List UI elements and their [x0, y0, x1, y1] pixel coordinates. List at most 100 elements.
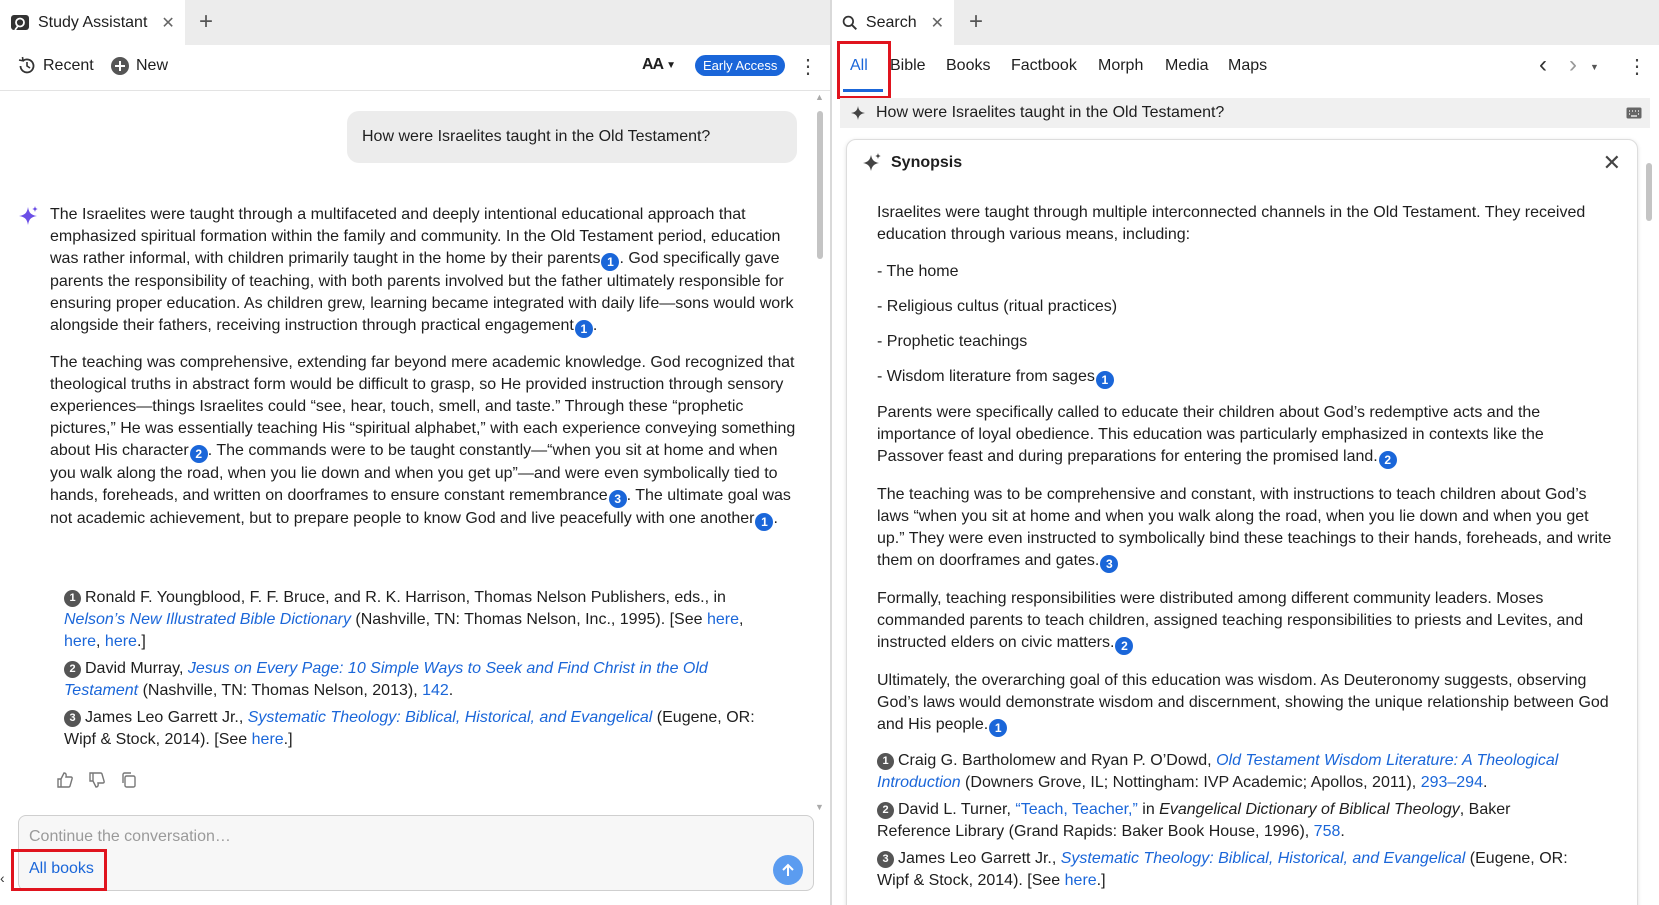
close-tab-icon[interactable]: ✕	[931, 13, 944, 33]
citation-marker[interactable]: 1	[1095, 371, 1114, 389]
thumbs-down-icon[interactable]	[88, 771, 106, 789]
forward-arrow-icon[interactable]: ›	[1569, 51, 1577, 79]
ref-text: (Nashville, TN: Thomas Nelson, 2013),	[138, 682, 423, 699]
answer-text: .	[592, 317, 598, 334]
early-access-badge[interactable]: Early Access	[695, 55, 786, 76]
arrow-up-icon	[782, 863, 794, 876]
reference-item: 3 James Leo Garrett Jr., Systematic Theol…	[877, 848, 1587, 892]
add-tab-icon[interactable]: +	[969, 8, 983, 36]
reference-item: 2 David Murray, Jesus on Every Page: 10 S…	[64, 658, 784, 702]
assistant-answer: The Israelites were taught through a mul…	[50, 204, 798, 545]
search-query-bar[interactable]: How were Israelites taught in the Old Te…	[840, 98, 1650, 128]
history-dropdown-icon[interactable]: ▼	[1590, 62, 1599, 72]
reference-title-link[interactable]: Systematic Theology: Biblical, Historica…	[1061, 850, 1466, 867]
answer-paragraph: The teaching was comprehensive, extendin…	[50, 352, 798, 531]
scrollbar-thumb[interactable]	[1646, 163, 1652, 221]
citation-marker[interactable]: 1	[601, 253, 620, 271]
chat-input-placeholder[interactable]: Continue the conversation…	[29, 828, 231, 846]
tab-study-assistant[interactable]: Study Assistant ✕	[0, 0, 185, 45]
citation-marker[interactable]: 1	[989, 719, 1008, 737]
citation-marker[interactable]: 2	[1115, 637, 1134, 655]
citation-marker[interactable]: 3	[608, 490, 627, 508]
scrollbar-thumb[interactable]	[817, 111, 823, 259]
reference-link[interactable]: here	[707, 611, 739, 628]
recent-button[interactable]: Recent	[17, 56, 94, 76]
send-button[interactable]	[773, 855, 803, 885]
reference-number: 1	[877, 753, 894, 770]
ref-text: Ronald F. Youngblood, F. F. Bruce, and R…	[85, 589, 726, 606]
citation-marker[interactable]: 2	[189, 445, 208, 463]
reference-number: 1	[64, 590, 81, 607]
recent-label: Recent	[43, 57, 94, 74]
scroll-down-arrow[interactable]: ▼	[815, 802, 824, 812]
more-options-icon[interactable]: ⋮	[798, 57, 818, 77]
reference-item: 2 David L. Turner, “Teach, Teacher,” in E…	[877, 799, 1587, 843]
citation-marker[interactable]: 1	[574, 320, 593, 338]
panel-resize-handle[interactable]: ‹	[0, 870, 5, 886]
ref-text: .	[1482, 774, 1488, 791]
reference-link[interactable]: 293–294	[1421, 774, 1483, 791]
left-toolbar: Recent New AA ▼ Early Access ⋮	[0, 45, 830, 91]
reference-title-link[interactable]: Nelson’s New Illustrated Bible Dictionar…	[64, 611, 351, 628]
tab-search[interactable]: Search ✕	[832, 0, 954, 45]
search-icon	[842, 15, 857, 30]
citation-marker[interactable]: 2	[1378, 451, 1397, 469]
reference-list: 1 Ronald F. Youngblood, F. F. Bruce, and …	[64, 587, 784, 756]
scroll-up-arrow[interactable]: ▲	[815, 92, 824, 102]
copy-icon[interactable]	[120, 771, 138, 789]
synopsis-bullet: - The home	[877, 263, 959, 280]
add-tab-icon[interactable]: +	[199, 8, 213, 36]
reference-item: 1 Ronald F. Youngblood, F. F. Bruce, and …	[64, 589, 744, 650]
user-message: How were Israelites taught in the Old Te…	[347, 111, 797, 163]
reference-link[interactable]: here	[105, 633, 137, 650]
tab-maps[interactable]: Maps	[1228, 57, 1267, 75]
reference-title-link[interactable]: “Teach, Teacher,”	[1015, 801, 1137, 818]
ref-text: in	[1137, 801, 1160, 818]
reference-number: 2	[64, 661, 81, 678]
reference-link[interactable]: here	[1065, 872, 1097, 889]
highlight-box-all-tab	[837, 41, 891, 99]
more-options-icon[interactable]: ⋮	[1627, 57, 1647, 77]
font-size-button[interactable]: AA ▼	[642, 56, 676, 74]
reference-link[interactable]: here	[252, 731, 284, 748]
answer-text: .	[773, 510, 778, 527]
search-toolbar: All Bible Books Factbook Morph Media Map…	[832, 45, 1659, 92]
synopsis-paragraph: Ultimately, the overarching goal of this…	[877, 670, 1612, 737]
reference-link[interactable]: 142	[422, 682, 449, 699]
back-arrow-icon[interactable]: ‹	[1539, 51, 1547, 79]
chat-input-box[interactable]: Continue the conversation… All books	[18, 815, 814, 891]
thumbs-up-icon[interactable]	[56, 771, 74, 789]
synopsis-title: Synopsis	[891, 154, 963, 171]
synopsis-reference-list: 1 Craig G. Bartholomew and Ryan P. O’Dowd…	[877, 750, 1587, 897]
ref-text: (Nashville, TN: Thomas Nelson, Inc., 199…	[350, 611, 707, 628]
close-tab-icon[interactable]: ✕	[161, 13, 174, 33]
citation-marker[interactable]: 1	[755, 513, 774, 531]
tab-factbook[interactable]: Factbook	[1011, 57, 1077, 75]
ref-text: (Downers Grove, IL; Nottingham: IVP Acad…	[960, 774, 1421, 791]
right-tab-bar: Search ✕ +	[832, 0, 1659, 45]
synopsis-paragraph: Formally, teaching responsibilities were…	[877, 588, 1612, 655]
reference-number: 3	[877, 851, 894, 868]
tab-morph[interactable]: Morph	[1098, 57, 1143, 75]
keyboard-icon[interactable]	[1626, 107, 1642, 119]
close-synopsis-icon[interactable]: ✕	[1603, 150, 1621, 176]
plus-circle-icon	[111, 57, 129, 75]
new-button[interactable]: New	[110, 56, 168, 76]
ref-text: .	[1340, 823, 1345, 840]
answer-paragraph: The Israelites were taught through a mul…	[50, 204, 798, 338]
paragraph-text: The teaching was to be comprehensive and…	[877, 486, 1612, 569]
reference-link[interactable]: here	[64, 633, 96, 650]
tab-media[interactable]: Media	[1165, 57, 1209, 75]
ref-text: David L. Turner,	[898, 801, 1016, 818]
reference-title-link[interactable]: Systematic Theology: Biblical, Historica…	[248, 709, 653, 726]
chevron-down-icon: ▼	[666, 59, 677, 71]
left-tab-bar: Study Assistant ✕ +	[0, 0, 830, 45]
search-query-text[interactable]: How were Israelites taught in the Old Te…	[876, 104, 1224, 122]
tab-books[interactable]: Books	[946, 57, 990, 75]
search-panel: Search ✕ + All Bible Books Factbook Morp…	[832, 0, 1659, 905]
reference-number: 2	[877, 802, 894, 819]
bullet-text: - Wisdom literature from sages	[877, 368, 1095, 385]
citation-marker[interactable]: 3	[1100, 555, 1119, 573]
reference-link[interactable]: 758	[1314, 823, 1341, 840]
tab-bible[interactable]: Bible	[890, 57, 926, 75]
